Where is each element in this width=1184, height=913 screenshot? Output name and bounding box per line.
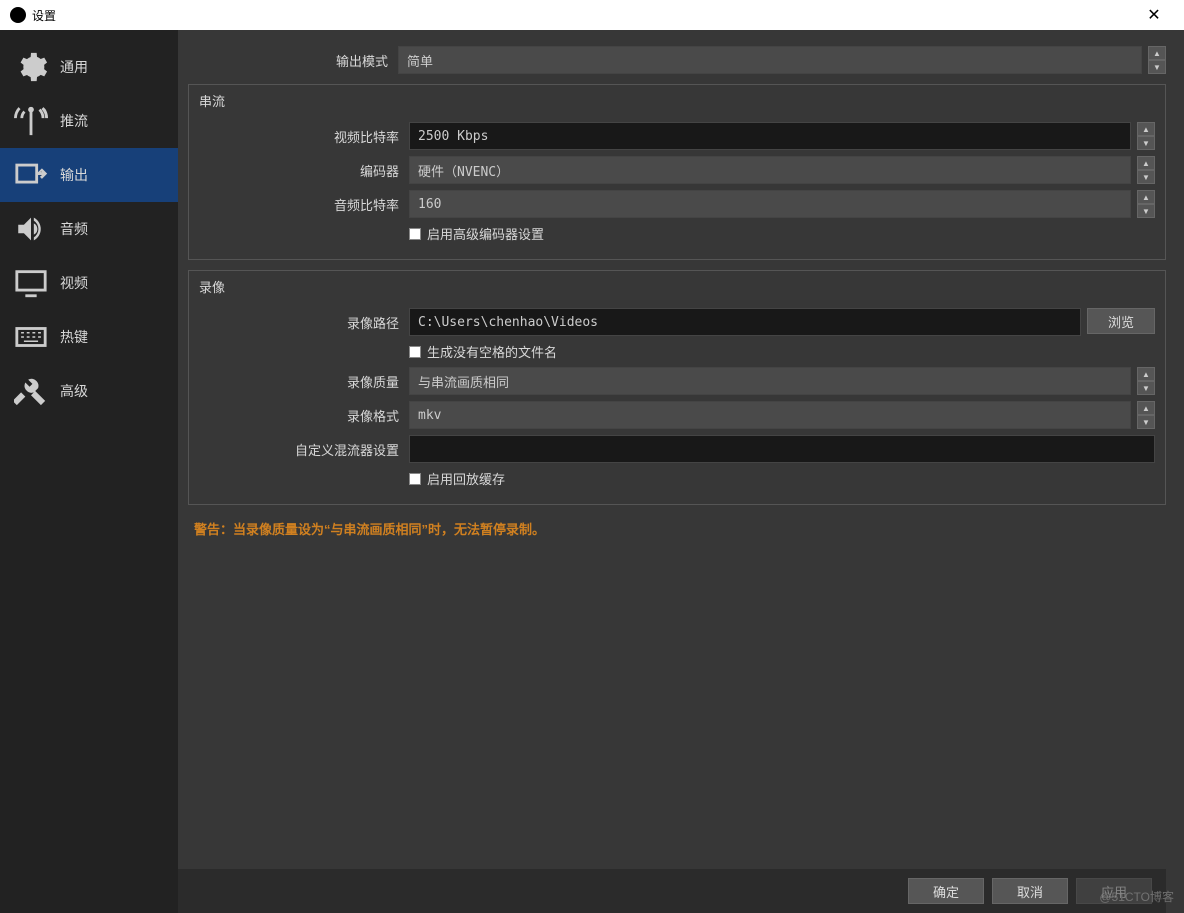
sidebar-item-label: 通用 [60,57,88,77]
nospace-checkbox[interactable]: 生成没有空格的文件名 [409,342,557,361]
muxer-input[interactable] [409,435,1155,463]
recording-legend: 录像 [199,271,1155,302]
sidebar-item-general[interactable]: 通用 [0,40,178,94]
muxer-label: 自定义混流器设置 [199,440,409,459]
recording-format-stepper[interactable]: ▲▼ [1137,401,1155,429]
window-title: 设置 [32,7,1134,24]
sidebar-item-label: 热键 [60,327,88,347]
browse-button[interactable]: 浏览 [1087,308,1155,334]
sidebar-item-label: 视频 [60,273,88,293]
checkbox-icon [409,346,421,358]
monitor-icon [14,266,48,300]
encoder-stepper[interactable]: ▲▼ [1137,156,1155,184]
output-mode-stepper[interactable]: ▲▼ [1148,46,1166,74]
keyboard-icon [14,320,48,354]
audio-bitrate-label: 音频比特率 [199,195,409,214]
recording-quality-stepper[interactable]: ▲▼ [1137,367,1155,395]
encoder-label: 编码器 [199,161,409,180]
cancel-button[interactable]: 取消 [992,878,1068,904]
recording-section: 录像 录像路径 C:\Users\chenhao\Videos 浏览 生成没有空… [188,270,1166,505]
output-icon [14,158,48,192]
antenna-icon [14,104,48,138]
warning-text: 警告：当录像质量设为“与串流画质相同”时，无法暂停录制。 [194,519,1160,538]
dialog-footer: 确定 取消 应用 [178,869,1166,913]
recording-path-label: 录像路径 [199,313,409,332]
main-panel: 输出模式 简单 ▲▼ 串流 视频比特率 2500 Kbps ▲▼ 编码器 [178,30,1184,913]
sidebar-item-label: 音频 [60,219,88,239]
replay-buffer-checkbox[interactable]: 启用回放缓存 [409,469,505,488]
sidebar-item-label: 高级 [60,381,88,401]
video-bitrate-input[interactable]: 2500 Kbps [409,122,1131,150]
sidebar-item-stream[interactable]: 推流 [0,94,178,148]
audio-bitrate-select[interactable]: 160 [409,190,1131,218]
video-bitrate-stepper[interactable]: ▲▼ [1137,122,1155,150]
encoder-select[interactable]: 硬件（NVENC） [409,156,1131,184]
checkbox-icon [409,228,421,240]
ok-button[interactable]: 确定 [908,878,984,904]
sidebar-item-hotkeys[interactable]: 热键 [0,310,178,364]
sidebar-item-label: 推流 [60,111,88,131]
sidebar-item-video[interactable]: 视频 [0,256,178,310]
sidebar: 通用 推流 输出 音频 视频 热键 高级 [0,30,178,913]
checkbox-icon [409,473,421,485]
tools-icon [14,374,48,408]
video-bitrate-label: 视频比特率 [199,127,409,146]
recording-path-input[interactable]: C:\Users\chenhao\Videos [409,308,1081,336]
apply-button[interactable]: 应用 [1076,878,1152,904]
streaming-legend: 串流 [199,85,1155,116]
recording-quality-label: 录像质量 [199,372,409,391]
app-icon [10,7,26,23]
recording-format-select[interactable]: mkv [409,401,1131,429]
output-mode-label: 输出模式 [188,51,398,70]
output-mode-select[interactable]: 简单 [398,46,1142,74]
sidebar-item-advanced[interactable]: 高级 [0,364,178,418]
sidebar-item-output[interactable]: 输出 [0,148,178,202]
close-icon[interactable]: ✕ [1134,5,1174,25]
sidebar-item-label: 输出 [60,165,88,185]
recording-quality-select[interactable]: 与串流画质相同 [409,367,1131,395]
recording-format-label: 录像格式 [199,406,409,425]
speaker-icon [14,212,48,246]
gear-icon [14,50,48,84]
audio-bitrate-stepper[interactable]: ▲▼ [1137,190,1155,218]
streaming-section: 串流 视频比特率 2500 Kbps ▲▼ 编码器 硬件（NVENC） ▲▼ [188,84,1166,260]
sidebar-item-audio[interactable]: 音频 [0,202,178,256]
titlebar: 设置 ✕ [0,0,1184,30]
advanced-encoder-checkbox[interactable]: 启用高级编码器设置 [409,224,544,243]
